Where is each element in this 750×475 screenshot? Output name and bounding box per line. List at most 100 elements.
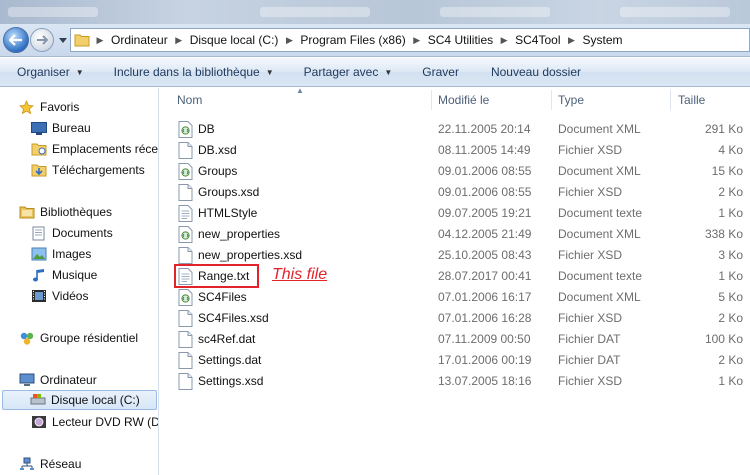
- column-header-size[interactable]: Taille: [678, 93, 705, 107]
- file-row[interactable]: Settings.dat 17.01.2006 00:19 Fichier DAT 2…: [160, 350, 750, 371]
- column-header-type[interactable]: Type: [558, 93, 584, 107]
- include-library-button[interactable]: Inclure dans la bibliothèque ▼: [105, 61, 283, 83]
- file-row[interactable]: SC4Files.xsd 07.01.2006 16:28 Fichier XSD 2…: [160, 308, 750, 329]
- generic-file-icon: [178, 247, 193, 264]
- breadcrumb-separator[interactable]: ▶: [497, 35, 511, 46]
- file-name: new_properties: [198, 227, 281, 241]
- file-name: HTMLStyle: [198, 206, 258, 220]
- back-button[interactable]: [3, 27, 29, 53]
- file-type: Fichier XSD: [558, 143, 623, 157]
- music-icon: [30, 267, 47, 283]
- file-size: 1 Ko: [718, 269, 743, 283]
- new-folder-label: Nouveau dossier: [490, 65, 582, 79]
- breadcrumb-system[interactable]: System: [578, 33, 626, 47]
- breadcrumb-sc4-utilities[interactable]: SC4 Utilities: [424, 33, 497, 47]
- file-type: Fichier DAT: [558, 353, 621, 367]
- file-modified: 07.01.2006 16:28: [438, 311, 532, 325]
- nav-dvd-drive[interactable]: Lecteur DVD RW (D:): [30, 412, 158, 432]
- nav-computer[interactable]: Ordinateur: [18, 370, 97, 390]
- file-modified: 09.01.2006 08:55: [438, 164, 532, 178]
- nav-downloads[interactable]: Téléchargements: [30, 160, 145, 180]
- file-size: 3 Ko: [718, 248, 743, 262]
- downloads-folder-icon: [30, 162, 47, 178]
- nav-network[interactable]: Réseau: [18, 454, 81, 474]
- file-row[interactable]: DB 22.11.2005 20:14 Document XML 291 Ko: [160, 119, 750, 140]
- breadcrumb-program-files[interactable]: Program Files (x86): [296, 33, 409, 47]
- file-modified: 25.10.2005 08:43: [438, 248, 532, 262]
- file-name: Groups.xsd: [198, 185, 260, 199]
- nav-local-disk[interactable]: Disque local (C:): [2, 390, 157, 410]
- chevron-down-icon: [59, 37, 67, 43]
- file-name: DB.xsd: [198, 143, 237, 157]
- breadcrumb-separator[interactable]: ▶: [93, 35, 107, 46]
- file-row[interactable]: Range.txt 28.07.2017 00:41 Document texte 1…: [160, 264, 750, 288]
- file-row[interactable]: Settings.xsd 13.07.2005 18:16 Fichier XSD 1…: [160, 371, 750, 392]
- breadcrumb-sc4tool[interactable]: SC4Tool: [511, 33, 564, 47]
- file-modified: 13.07.2005 18:16: [438, 374, 532, 388]
- file-row[interactable]: HTMLStyle 09.07.2005 19:21 Document texte 1…: [160, 203, 750, 224]
- nav-videos[interactable]: Vidéos: [30, 286, 88, 306]
- file-row[interactable]: SC4Files 07.01.2006 16:17 Document XML 5 Ko: [160, 287, 750, 308]
- file-row[interactable]: Groups.xsd 09.01.2006 08:55 Fichier XSD 2 K…: [160, 182, 750, 203]
- breadcrumb-local-disk[interactable]: Disque local (C:): [186, 33, 283, 47]
- file-type: Document XML: [558, 164, 641, 178]
- burn-button[interactable]: Graver: [413, 61, 468, 83]
- burn-label: Graver: [422, 65, 459, 79]
- forward-button[interactable]: [30, 28, 54, 52]
- history-dropdown-button[interactable]: [58, 34, 68, 46]
- file-row[interactable]: DB.xsd 08.11.2005 14:49 Fichier XSD 4 Ko: [160, 140, 750, 161]
- nav-documents[interactable]: Documents: [30, 223, 113, 243]
- folder-icon: [71, 29, 93, 51]
- breadcrumb-computer[interactable]: Ordinateur: [107, 33, 172, 47]
- recent-places-icon: [30, 141, 47, 157]
- file-type: Fichier XSD: [558, 311, 623, 325]
- file-name: Settings.dat: [198, 353, 262, 367]
- breadcrumb-separator[interactable]: ▶: [564, 35, 578, 46]
- annotation-label: This file: [272, 266, 328, 283]
- nav-images[interactable]: Images: [30, 244, 91, 264]
- blurred-tab: [440, 7, 550, 17]
- nav-libraries[interactable]: Bibliothèques: [18, 202, 112, 222]
- column-divider[interactable]: [670, 90, 671, 110]
- chevron-down-icon: ▼: [265, 67, 274, 77]
- desktop-icon: [30, 120, 47, 136]
- share-with-button[interactable]: Partager avec ▼: [295, 61, 402, 83]
- nav-music[interactable]: Musique: [30, 265, 97, 285]
- nav-favorites[interactable]: Favoris: [18, 97, 79, 117]
- column-header-name[interactable]: Nom: [177, 93, 202, 107]
- images-icon: [30, 246, 47, 262]
- new-folder-button[interactable]: Nouveau dossier: [482, 61, 590, 83]
- file-size: 15 Ko: [711, 164, 743, 178]
- file-row[interactable]: new_properties 04.12.2005 21:49 Document X…: [160, 224, 750, 245]
- nav-desktop[interactable]: Bureau: [30, 118, 91, 138]
- browser-tab-strip: [0, 0, 750, 24]
- generic-file-icon: [178, 331, 193, 348]
- column-divider[interactable]: [431, 90, 432, 110]
- breadcrumb-separator[interactable]: ▶: [282, 35, 296, 46]
- address-bar[interactable]: ▶ Ordinateur ▶ Disque local (C:) ▶ Progr…: [70, 28, 750, 52]
- star-icon: [18, 99, 35, 115]
- navigation-pane: Favoris Bureau Emplacements récen Téléch…: [0, 88, 159, 475]
- nav-videos-label: Vidéos: [52, 289, 89, 303]
- breadcrumb-separator[interactable]: ▶: [172, 35, 186, 46]
- column-header-modified[interactable]: Modifié le: [438, 93, 489, 107]
- column-divider[interactable]: [551, 90, 552, 110]
- file-modified: 04.12.2005 21:49: [438, 227, 532, 241]
- chevron-down-icon: ▼: [384, 67, 393, 77]
- breadcrumb-separator[interactable]: ▶: [410, 35, 424, 46]
- file-name: new_properties.xsd: [198, 248, 303, 262]
- network-icon: [18, 456, 35, 472]
- arrow-right-icon: [37, 35, 48, 45]
- file-row[interactable]: Groups 09.01.2006 08:55 Document XML 15 Ko: [160, 161, 750, 182]
- file-modified: 08.11.2005 14:49: [438, 143, 531, 157]
- nav-recent-places[interactable]: Emplacements récen: [30, 139, 158, 159]
- file-modified: 28.07.2017 00:41: [438, 269, 532, 283]
- organize-button[interactable]: Organiser ▼: [0, 61, 93, 83]
- nav-homegroup[interactable]: Groupe résidentiel: [18, 328, 138, 348]
- file-row[interactable]: new_properties.xsd 25.10.2005 08:43 Fichie…: [160, 245, 750, 266]
- include-library-label: Inclure dans la bibliothèque: [113, 65, 260, 79]
- file-row[interactable]: sc4Ref.dat 07.11.2009 00:50 Fichier DAT 100…: [160, 329, 750, 350]
- nav-music-label: Musique: [52, 268, 98, 282]
- hard-drive-icon: [29, 392, 46, 408]
- file-name: sc4Ref.dat: [198, 332, 256, 346]
